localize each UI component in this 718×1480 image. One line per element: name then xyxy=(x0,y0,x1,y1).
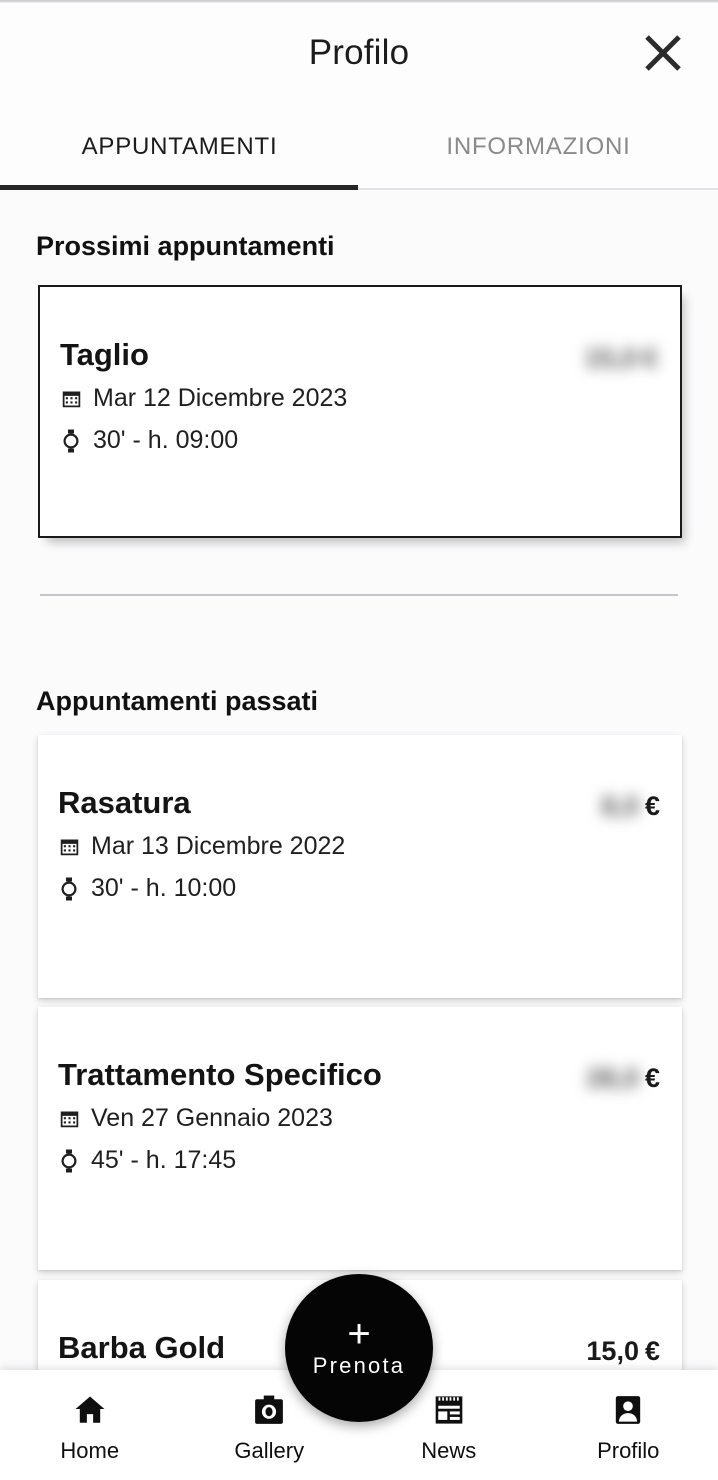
tab-appuntamenti[interactable]: APPUNTAMENTI xyxy=(0,103,359,190)
appointment-price: 15,0 € xyxy=(586,1336,660,1367)
home-icon xyxy=(72,1390,108,1430)
appointment-card-past[interactable]: Trattamento Specifico 28,0 € Ven 27 Genn… xyxy=(38,1007,682,1270)
appointment-date-row: Ven 27 Gennaio 2023 xyxy=(58,1104,333,1133)
appointment-price-value: 28,0 xyxy=(586,1063,639,1093)
appointment-time-row: 45' - h. 17:45 xyxy=(58,1146,236,1175)
appointment-price: 28,0 € xyxy=(586,1063,660,1094)
watch-icon xyxy=(60,429,82,453)
appointment-price-currency: € xyxy=(644,791,660,821)
calendar-icon xyxy=(60,387,82,411)
nav-item-home-label: Home xyxy=(60,1438,120,1463)
calendar-icon xyxy=(58,1107,80,1131)
tab-bar: APPUNTAMENTI INFORMAZIONI xyxy=(0,103,718,190)
tab-appuntamenti-label: APPUNTAMENTI xyxy=(81,132,278,160)
news-icon xyxy=(431,1390,467,1430)
nav-item-gallery-label: Gallery xyxy=(234,1438,305,1463)
appointment-price: 8,0 € xyxy=(601,791,660,822)
prenota-fab-button[interactable]: + Prenota xyxy=(285,1274,433,1422)
appointment-price-value: 15,0 xyxy=(586,1336,639,1366)
appointment-title: Trattamento Specifico xyxy=(58,1057,382,1092)
appointment-time-row: 30' - h. 10:00 xyxy=(58,874,236,903)
appointment-card-upcoming[interactable]: Taglio 15,0 € Mar 12 Dicembre 2023 30' -… xyxy=(38,285,682,538)
appointment-title: Taglio xyxy=(60,337,149,372)
appointment-time-row: 30' - h. 09:00 xyxy=(60,426,238,455)
page-title: Profilo xyxy=(308,33,410,72)
appointment-price: 15,0 € xyxy=(584,343,658,374)
tab-informazioni[interactable]: INFORMAZIONI xyxy=(359,103,718,190)
appointment-price-currency: € xyxy=(642,343,658,373)
camera-icon xyxy=(251,1390,287,1430)
appointment-title: Barba Gold xyxy=(58,1330,226,1365)
close-button[interactable] xyxy=(636,26,690,80)
appointment-date: Ven 27 Gennaio 2023 xyxy=(91,1104,333,1132)
upcoming-section-title: Prossimi appuntamenti xyxy=(36,231,335,261)
appointment-date-row: Mar 13 Dicembre 2022 xyxy=(58,832,345,861)
close-x-icon xyxy=(640,30,686,76)
profile-card-icon xyxy=(610,1390,646,1430)
appointment-card-past[interactable]: Rasatura 8,0 € Mar 13 Dicembre 2022 30' … xyxy=(38,735,682,998)
appointment-time: 30' - h. 09:00 xyxy=(93,426,239,454)
appointment-price-currency: € xyxy=(644,1336,660,1366)
appointment-price-value: 8,0 xyxy=(601,791,639,821)
calendar-icon xyxy=(58,835,80,859)
profile-screen: Profilo APPUNTAMENTI INFORMAZIONI Prossi… xyxy=(0,0,718,1480)
appointment-time: 45' - h. 17:45 xyxy=(91,1146,237,1174)
nav-item-profilo-label: Profilo xyxy=(597,1438,660,1463)
modal-header: Profilo xyxy=(0,3,718,103)
nav-item-home[interactable]: Home xyxy=(0,1386,180,1464)
tab-informazioni-label: INFORMAZIONI xyxy=(446,132,631,160)
appointment-time: 30' - h. 10:00 xyxy=(91,874,237,902)
nav-item-profilo[interactable]: Profilo xyxy=(539,1386,718,1464)
appointment-price-currency: € xyxy=(644,1063,660,1093)
watch-icon xyxy=(58,1149,80,1173)
prenota-fab-label: Prenota xyxy=(312,1353,406,1378)
section-divider xyxy=(40,594,678,596)
appointment-date: Mar 12 Dicembre 2023 xyxy=(93,384,348,412)
nav-item-news-label: News xyxy=(421,1438,477,1463)
plus-icon: + xyxy=(347,1312,371,1356)
appointment-date-row: Mar 12 Dicembre 2023 xyxy=(60,384,347,413)
appointment-price-value: 15,0 xyxy=(584,343,637,373)
past-section-title: Appuntamenti passati xyxy=(36,686,319,716)
appointment-date: Mar 13 Dicembre 2022 xyxy=(91,832,346,860)
appointment-title: Rasatura xyxy=(58,785,191,820)
watch-icon xyxy=(58,877,80,901)
